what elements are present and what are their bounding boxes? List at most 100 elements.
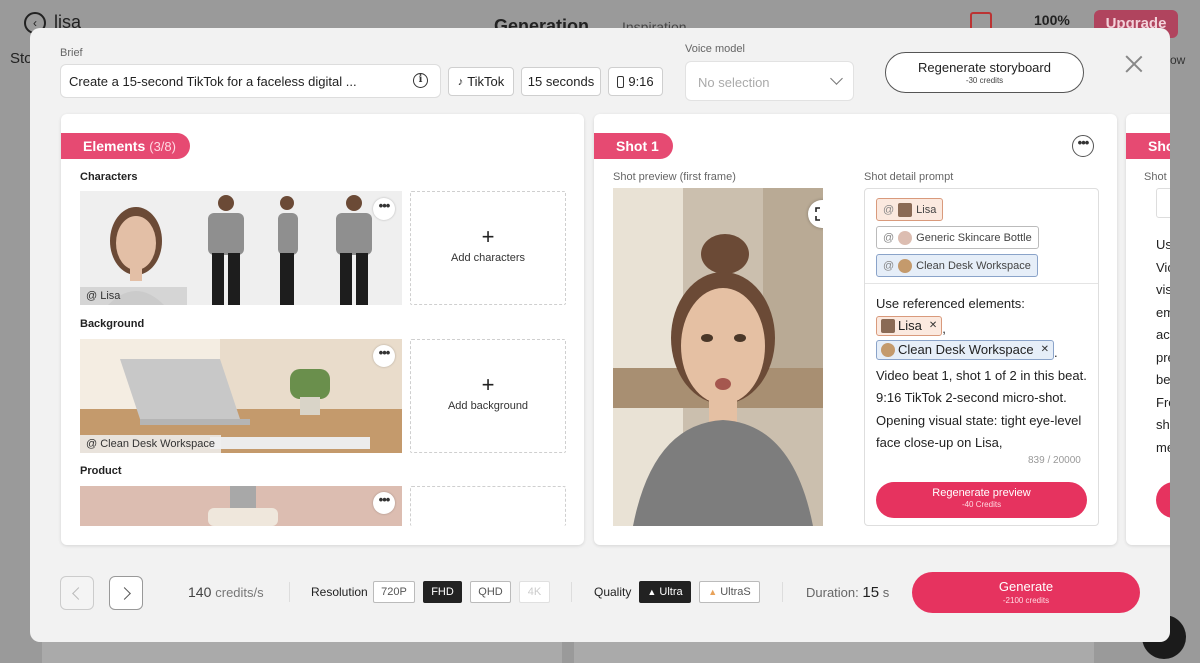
at-icon: @ <box>883 259 895 272</box>
platform-label: TikTok <box>467 74 505 89</box>
shot-2-regen-button[interactable] <box>1156 482 1170 518</box>
character-thumb-icon <box>881 318 895 333</box>
generate-cost: -2100 credits <box>1002 596 1050 605</box>
ref-chip-skincare[interactable]: @ Generic Skincare Bottle <box>876 226 1039 249</box>
brief-label: Brief <box>60 47 83 59</box>
product-more-button[interactable]: ••• <box>373 492 395 514</box>
ref-chip-workspace-label: Clean Desk Workspace <box>916 259 1031 272</box>
elements-count: (3/8) <box>149 139 176 154</box>
background-more-button[interactable]: ••• <box>373 345 395 367</box>
credits-unit: credits/s <box>215 585 264 600</box>
quality-ultra[interactable]: ▲ Ultra <box>639 581 691 603</box>
duration-unit: s <box>882 585 890 600</box>
duration-value: 15 <box>862 584 880 601</box>
duration-chip-label: 15 seconds <box>527 74 595 89</box>
shot-1-panel: Shot 1 ••• Shot preview (first frame) Sh… <box>594 114 1117 545</box>
inline-ref-workspace[interactable]: Clean Desk Workspace ✕ <box>876 340 1054 360</box>
elements-panel: Elements (3/8) Characters @ Lisa ••• + A… <box>61 114 584 545</box>
shot-prompt-label: Shot detail prompt <box>864 171 954 183</box>
shot-prompt-box[interactable]: @ Lisa @ Generic Skincare Bottle @ Clean… <box>864 188 1099 526</box>
characters-title: Characters <box>80 171 138 183</box>
divider <box>571 582 572 602</box>
shot-more-button[interactable]: ••• <box>1072 135 1094 157</box>
shot-2-line: pre <box>1156 349 1170 365</box>
divider <box>289 582 290 602</box>
resolution-fhd[interactable]: FHD <box>423 581 462 603</box>
resolution-label: Resolution <box>311 585 368 599</box>
prev-button[interactable] <box>60 576 94 610</box>
shot-2-line: em <box>1156 304 1170 320</box>
character-more-button[interactable]: ••• <box>373 198 395 220</box>
brief-input[interactable]: Create a 15-second TikTok for a faceless… <box>60 64 441 98</box>
close-icon[interactable] <box>1124 54 1144 74</box>
inline-ref-lisa[interactable]: Lisa ✕ <box>876 315 943 336</box>
shot-2-line: Us <box>1156 237 1170 252</box>
shot-2-line: me <box>1156 439 1170 455</box>
divider <box>782 582 783 602</box>
shot-preview-label: Shot preview (first frame) <box>613 171 736 183</box>
remove-icon[interactable]: ✕ <box>929 317 937 335</box>
remove-icon[interactable]: ✕ <box>1041 341 1049 359</box>
shot-2-line: Fre <box>1156 394 1170 410</box>
shot-2-ref-box <box>1156 188 1170 218</box>
add-characters-label: Add characters <box>451 252 525 264</box>
platform-chip[interactable]: ♪ TikTok <box>448 67 514 96</box>
expand-glyph <box>815 207 820 221</box>
product-card[interactable] <box>80 486 402 526</box>
credits-value: 140 <box>188 584 212 600</box>
shot-2-line: sh <box>1156 417 1170 432</box>
duration-label: Duration: <box>806 585 859 600</box>
aspect-label: 9:16 <box>628 74 654 89</box>
product-title: Product <box>80 465 122 477</box>
ref-chip-lisa[interactable]: @ Lisa <box>876 198 944 221</box>
prompt-body: Video beat 1, shot 1 of 2 in this beat. … <box>876 367 1087 451</box>
resolution-720p[interactable]: 720P <box>373 581 415 603</box>
add-product-button[interactable] <box>410 486 566 526</box>
prompt-text[interactable]: Use referenced elements: Lisa ✕ , Clean … <box>876 293 1094 455</box>
shot-2-title: Sho <box>1148 138 1170 154</box>
info-icon[interactable]: i <box>413 73 428 88</box>
regenerate-storyboard-button[interactable]: Regenerate storyboard -30 credits <box>885 52 1084 93</box>
phone-icon <box>617 75 625 88</box>
expand-icon[interactable] <box>808 200 823 228</box>
elements-title: Elements <box>83 138 146 154</box>
generate-label: Generate <box>998 579 1054 594</box>
background-right-label: ow <box>1170 53 1186 67</box>
ultra-icon: ▲ <box>647 587 657 597</box>
generate-button[interactable]: Generate -2100 credits <box>912 572 1140 613</box>
character-thumb-icon <box>898 202 913 217</box>
regenerate-preview-button[interactable]: Regenerate preview -40 Credits <box>876 482 1087 518</box>
storyboard-modal: Brief Create a 15-second TikTok for a fa… <box>30 28 1170 642</box>
brief-text: Create a 15-second TikTok for a faceless… <box>69 74 357 89</box>
voice-model-label: Voice model <box>685 43 745 55</box>
shot-2-pill: Sho <box>1126 133 1170 159</box>
regenerate-preview-label: Regenerate preview <box>932 487 1031 499</box>
background-title: Background <box>80 318 145 330</box>
regenerate-storyboard-label: Regenerate storyboard <box>918 60 1051 75</box>
character-card[interactable]: @ Lisa <box>80 191 402 305</box>
add-characters-button[interactable]: + Add characters <box>410 191 566 305</box>
resolution-4k: 4K <box>519 581 550 603</box>
shot-2-line: vis <box>1156 282 1170 297</box>
portrait-image <box>613 188 823 526</box>
duration-chip[interactable]: 15 seconds <box>521 67 601 96</box>
at-icon: @ <box>883 231 895 244</box>
aspect-chip[interactable]: 9:16 <box>608 67 663 96</box>
resolution-qhd[interactable]: QHD <box>470 581 511 603</box>
background-thumb-icon <box>898 258 913 273</box>
ref-chip-workspace[interactable]: @ Clean Desk Workspace <box>876 254 1038 277</box>
quality-ultras[interactable]: ▲ UltraS <box>699 581 760 603</box>
add-background-button[interactable]: + Add background <box>410 339 566 453</box>
next-button[interactable] <box>109 576 143 610</box>
shot-1-pill: Shot 1 <box>594 133 673 159</box>
tiktok-icon: ♪ <box>457 75 464 88</box>
shot-1-title: Shot 1 <box>616 138 659 154</box>
character-tag: @ Lisa <box>80 287 187 305</box>
shot-2-label: Shot <box>1144 171 1167 183</box>
shot-2-line: be <box>1156 372 1170 387</box>
char-counter: 839 / 20000 <box>1028 455 1081 466</box>
background-card[interactable]: @ Clean Desk Workspace <box>80 339 402 453</box>
background-tag: @ Clean Desk Workspace <box>80 435 221 453</box>
voice-model-select[interactable]: No selection <box>685 61 854 101</box>
prompt-divider <box>865 283 1098 284</box>
